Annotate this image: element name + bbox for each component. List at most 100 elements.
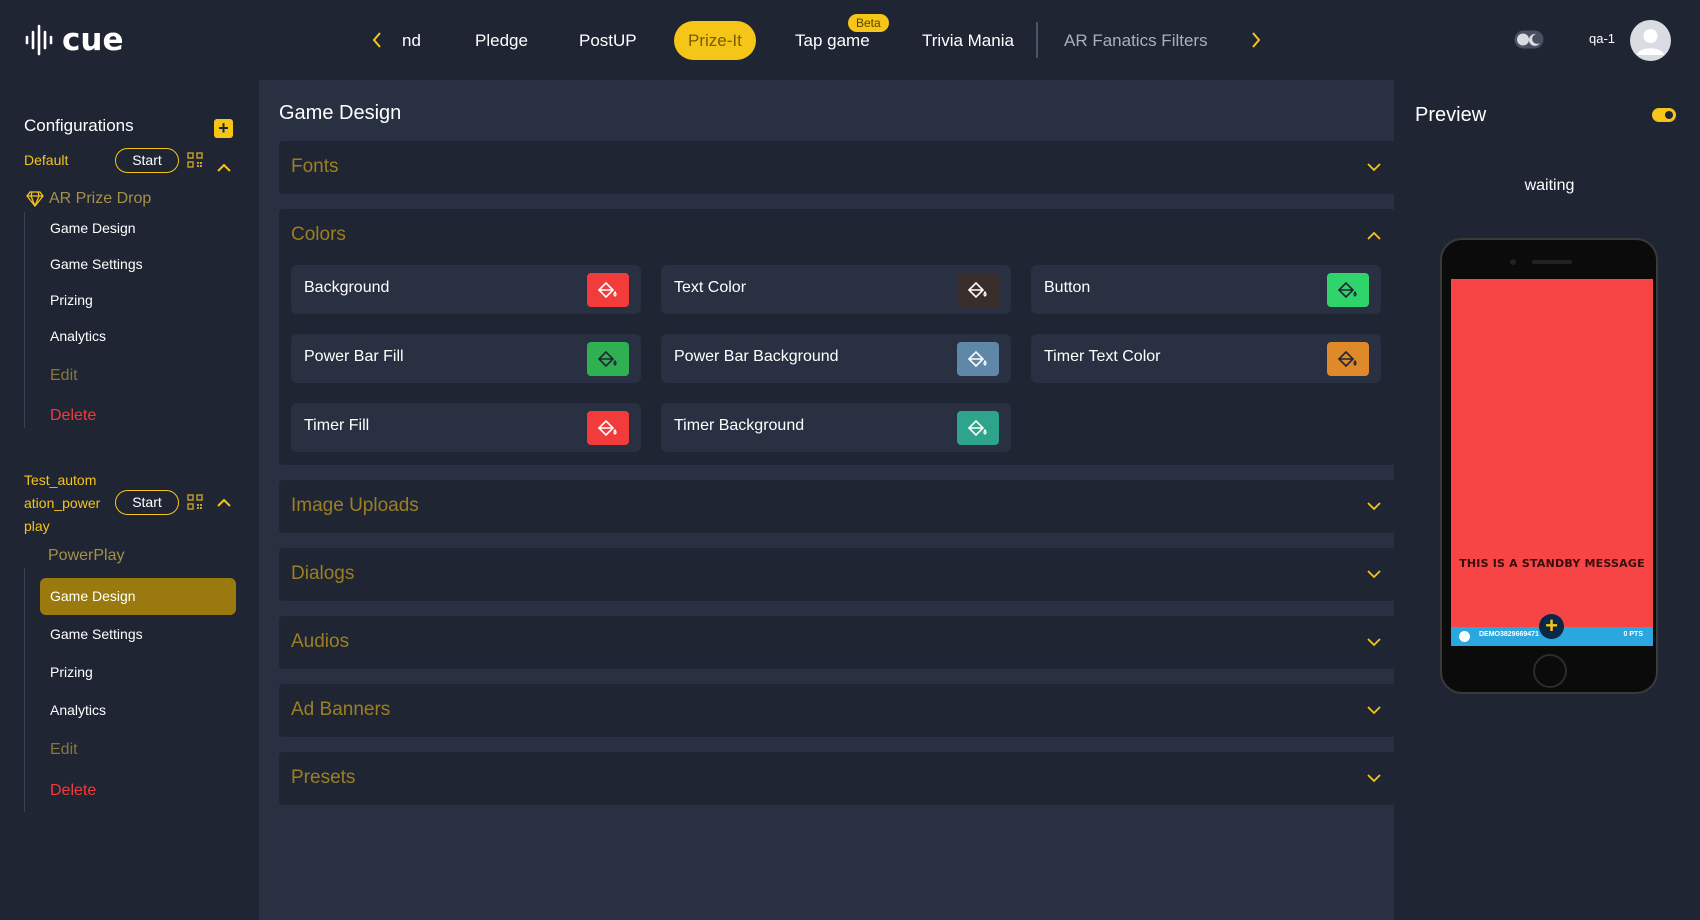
sidebar-item-edit[interactable]: Edit	[40, 731, 236, 768]
tab-nd[interactable]: nd	[402, 21, 421, 60]
preview-toggle[interactable]	[1652, 108, 1676, 122]
sidebar-item-delete[interactable]: Delete	[40, 772, 236, 809]
tab-postup[interactable]: PostUP	[579, 21, 637, 60]
tree-line	[24, 568, 25, 812]
bar-points: 0 PTS	[1623, 631, 1643, 638]
panel-audios: Audios	[279, 616, 1395, 669]
color-row-timer-fill: Timer Fill	[291, 403, 641, 452]
panel-image-uploads-header[interactable]: Image Uploads	[279, 480, 1395, 532]
tab-ar-fanatics-filters[interactable]: AR Fanatics Filters	[1064, 21, 1208, 60]
logo-icon	[25, 24, 53, 56]
paint-bucket-icon	[967, 350, 987, 368]
chevron-down-icon	[1367, 163, 1381, 172]
configurations-title: Configurations	[24, 116, 134, 135]
top-bar: cue nd Pledge PostUP Prize-It Tap game B…	[0, 0, 1700, 80]
panel-title: Ad Banners	[291, 699, 391, 720]
sidebar-item-analytics[interactable]: Analytics	[40, 318, 236, 355]
panel-colors: Colors Background Text Color Button Powe…	[279, 209, 1395, 465]
color-swatch-button[interactable]	[587, 273, 629, 307]
color-swatch-button[interactable]	[957, 273, 999, 307]
tab-trivia-mania[interactable]: Trivia Mania	[922, 21, 1014, 60]
chevron-down-icon	[1367, 502, 1381, 511]
sidebar-item-prizing[interactable]: Prizing	[40, 282, 236, 319]
phone-camera	[1510, 259, 1516, 265]
chevron-up-icon	[1367, 231, 1381, 240]
config-name-line-3[interactable]: play	[24, 515, 50, 537]
color-row-timer-text-color: Timer Text Color	[1031, 334, 1381, 383]
color-row-power-bar-background: Power Bar Background	[661, 334, 1011, 383]
sidebar-item-delete[interactable]: Delete	[40, 397, 236, 434]
color-label: Text Color	[674, 279, 747, 296]
color-swatch-button[interactable]	[587, 411, 629, 445]
theme-toggle[interactable]	[1514, 30, 1544, 49]
color-swatch-button[interactable]	[1327, 273, 1369, 307]
panel-title: Fonts	[291, 156, 339, 177]
color-swatch-button[interactable]	[957, 342, 999, 376]
chevron-up-icon[interactable]	[217, 498, 231, 508]
add-configuration-button[interactable]: +	[214, 119, 233, 138]
panel-title: Audios	[291, 631, 350, 652]
paint-bucket-icon	[1337, 281, 1357, 299]
color-swatch-button[interactable]	[1327, 342, 1369, 376]
paint-bucket-icon	[597, 419, 617, 437]
phone-speaker	[1532, 260, 1572, 264]
game-type-powerplay: PowerPlay	[48, 547, 124, 565]
start-button-default[interactable]: Start	[115, 148, 179, 173]
panel-audios-header[interactable]: Audios	[279, 616, 1395, 668]
panel-fonts-header[interactable]: Fonts	[279, 141, 1395, 193]
sidebar-item-game-design[interactable]: Game Design	[40, 210, 236, 247]
start-button-powerplay[interactable]: Start	[115, 490, 179, 515]
config-name-line-2[interactable]: ation_power	[24, 492, 100, 514]
chevron-left-icon	[372, 32, 381, 48]
sidebar-item-analytics[interactable]: Analytics	[40, 692, 236, 729]
phone-screen: THIS IS A STANDBY MESSAGE DEMO3829669471…	[1451, 279, 1653, 646]
qr-code-icon[interactable]	[187, 494, 203, 510]
game-type-label: AR Prize Drop	[49, 190, 152, 207]
config-name-default[interactable]: Default	[24, 149, 68, 171]
chevron-right-icon	[1252, 32, 1261, 48]
page-title: Game Design	[279, 102, 402, 124]
sidebar-item-game-design-active[interactable]: Game Design	[40, 578, 236, 615]
paint-bucket-icon	[597, 350, 617, 368]
color-label: Power Bar Fill	[304, 348, 404, 365]
preview-title: Preview	[1415, 104, 1487, 126]
phone-home-button	[1533, 654, 1567, 688]
panel-presets-header[interactable]: Presets	[279, 752, 1395, 804]
color-swatch-button[interactable]	[587, 342, 629, 376]
color-label: Power Bar Background	[674, 348, 839, 365]
avatar[interactable]	[1630, 20, 1671, 61]
sidebar-item-edit[interactable]: Edit	[40, 357, 236, 394]
color-row-text-color: Text Color	[661, 265, 1011, 314]
panel-dialogs: Dialogs	[279, 548, 1395, 601]
tab-pledge[interactable]: Pledge	[475, 21, 528, 60]
panel-ad-banners: Ad Banners	[279, 684, 1395, 737]
logo-text: cue	[62, 22, 124, 58]
game-type-ar-prize-drop: AR Prize Drop	[26, 190, 151, 208]
nav-divider	[1036, 22, 1038, 58]
sidebar-item-game-settings[interactable]: Game Settings	[40, 616, 236, 653]
user-icon	[1637, 29, 1664, 55]
app-logo[interactable]: cue	[24, 22, 123, 58]
color-row-background: Background	[291, 265, 641, 314]
sidebar-item-prizing[interactable]: Prizing	[40, 654, 236, 691]
color-row-timer-background: Timer Background	[661, 403, 1011, 452]
qr-code-icon[interactable]	[187, 152, 203, 168]
tab-prize-it[interactable]: Prize-It	[674, 21, 756, 60]
sidebar-item-game-settings[interactable]: Game Settings	[40, 246, 236, 283]
config-name-line-1[interactable]: Test_autom	[24, 469, 96, 491]
chevron-down-icon	[1367, 638, 1381, 647]
color-row-power-bar-fill: Power Bar Fill	[291, 334, 641, 383]
panel-presets: Presets	[279, 752, 1395, 805]
panel-dialogs-header[interactable]: Dialogs	[279, 548, 1395, 600]
paint-bucket-icon	[1337, 350, 1357, 368]
panel-ad-banners-header[interactable]: Ad Banners	[279, 684, 1395, 736]
nav-prev-arrow[interactable]	[367, 28, 387, 52]
chevron-up-icon[interactable]	[217, 163, 231, 173]
user-dot-icon	[1459, 631, 1470, 642]
panel-title: Presets	[291, 767, 356, 788]
panel-colors-header[interactable]: Colors	[279, 209, 1395, 261]
color-swatch-button[interactable]	[957, 411, 999, 445]
standby-message: THIS IS A STANDBY MESSAGE	[1459, 557, 1645, 570]
game-type-label: PowerPlay	[48, 547, 125, 564]
nav-next-arrow[interactable]	[1246, 28, 1266, 52]
